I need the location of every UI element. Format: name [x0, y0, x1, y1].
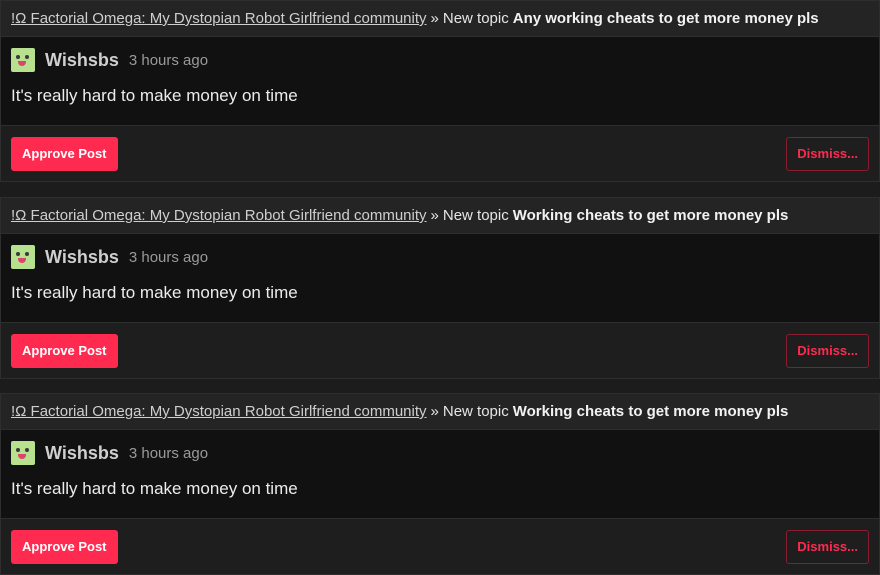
author-row: Wishsbs 3 hours ago — [11, 243, 869, 271]
frog-avatar-icon[interactable] — [11, 441, 35, 465]
approve-post-button[interactable]: Approve Post — [11, 529, 118, 564]
timestamp: 3 hours ago — [128, 248, 209, 266]
post-body: Wishsbs 3 hours ago It's really hard to … — [1, 430, 879, 519]
approve-post-button[interactable]: Approve Post — [11, 333, 118, 368]
post-body: Wishsbs 3 hours ago It's really hard to … — [1, 37, 879, 126]
dismiss-button[interactable]: Dismiss... — [786, 333, 869, 368]
moderation-post-card: !Ω Factorial Omega: My Dystopian Robot G… — [0, 393, 880, 575]
breadcrumb-separator: » — [430, 403, 439, 420]
breadcrumb-separator: » — [430, 207, 439, 224]
author-row: Wishsbs 3 hours ago — [11, 46, 869, 74]
frog-avatar-icon[interactable] — [11, 48, 35, 72]
post-header: !Ω Factorial Omega: My Dystopian Robot G… — [1, 198, 879, 234]
frog-avatar-icon[interactable] — [11, 245, 35, 269]
topic-label: New topic — [442, 207, 509, 224]
moderation-post-card: !Ω Factorial Omega: My Dystopian Robot G… — [0, 0, 880, 182]
community-link[interactable]: !Ω Factorial Omega: My Dystopian Robot G… — [11, 207, 427, 224]
username[interactable]: Wishsbs — [45, 50, 119, 71]
breadcrumb-separator: » — [430, 10, 439, 27]
timestamp: 3 hours ago — [128, 51, 209, 69]
author-row: Wishsbs 3 hours ago — [11, 439, 869, 467]
topic-label: New topic — [442, 403, 509, 420]
topic-title: Working cheats to get more money pls — [512, 403, 789, 420]
topic-title: Working cheats to get more money pls — [512, 207, 789, 224]
dismiss-button[interactable]: Dismiss... — [786, 529, 869, 564]
post-actions: Approve Post Dismiss... — [1, 126, 879, 181]
post-text: It's really hard to make money on time — [11, 86, 298, 105]
post-header: !Ω Factorial Omega: My Dystopian Robot G… — [1, 1, 879, 37]
post-header: !Ω Factorial Omega: My Dystopian Robot G… — [1, 394, 879, 430]
approve-post-button[interactable]: Approve Post — [11, 136, 118, 171]
username[interactable]: Wishsbs — [45, 443, 119, 464]
post-body: Wishsbs 3 hours ago It's really hard to … — [1, 234, 879, 323]
post-actions: Approve Post Dismiss... — [1, 323, 879, 378]
username[interactable]: Wishsbs — [45, 247, 119, 268]
community-link[interactable]: !Ω Factorial Omega: My Dystopian Robot G… — [11, 10, 427, 27]
post-text: It's really hard to make money on time — [11, 479, 298, 498]
topic-label: New topic — [442, 10, 509, 27]
post-text: It's really hard to make money on time — [11, 283, 298, 302]
post-actions: Approve Post Dismiss... — [1, 519, 879, 574]
moderation-post-card: !Ω Factorial Omega: My Dystopian Robot G… — [0, 197, 880, 379]
community-link[interactable]: !Ω Factorial Omega: My Dystopian Robot G… — [11, 403, 427, 420]
timestamp: 3 hours ago — [128, 444, 209, 462]
topic-title: Any working cheats to get more money pls — [512, 10, 819, 27]
dismiss-button[interactable]: Dismiss... — [786, 136, 869, 171]
